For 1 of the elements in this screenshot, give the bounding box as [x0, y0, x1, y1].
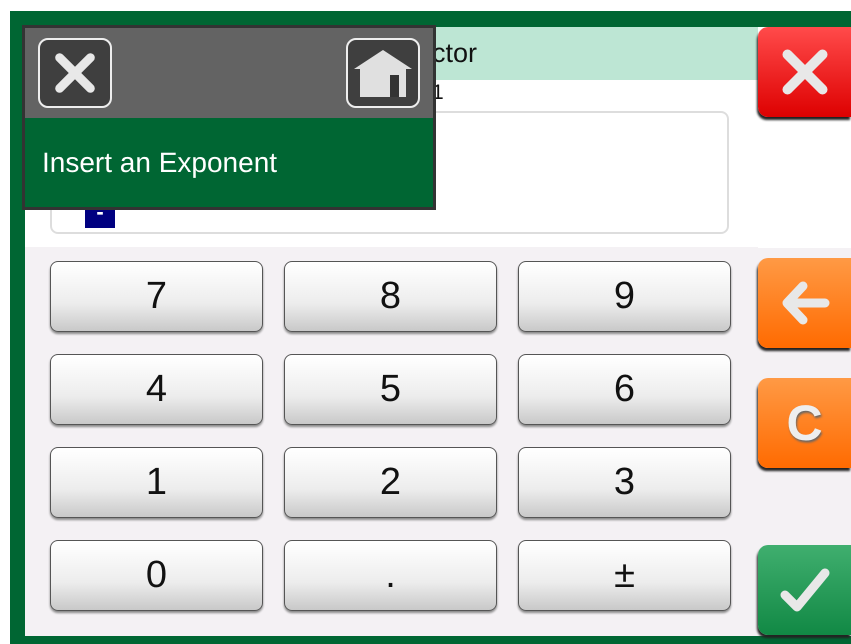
message: Insert an Exponent	[42, 146, 278, 178]
